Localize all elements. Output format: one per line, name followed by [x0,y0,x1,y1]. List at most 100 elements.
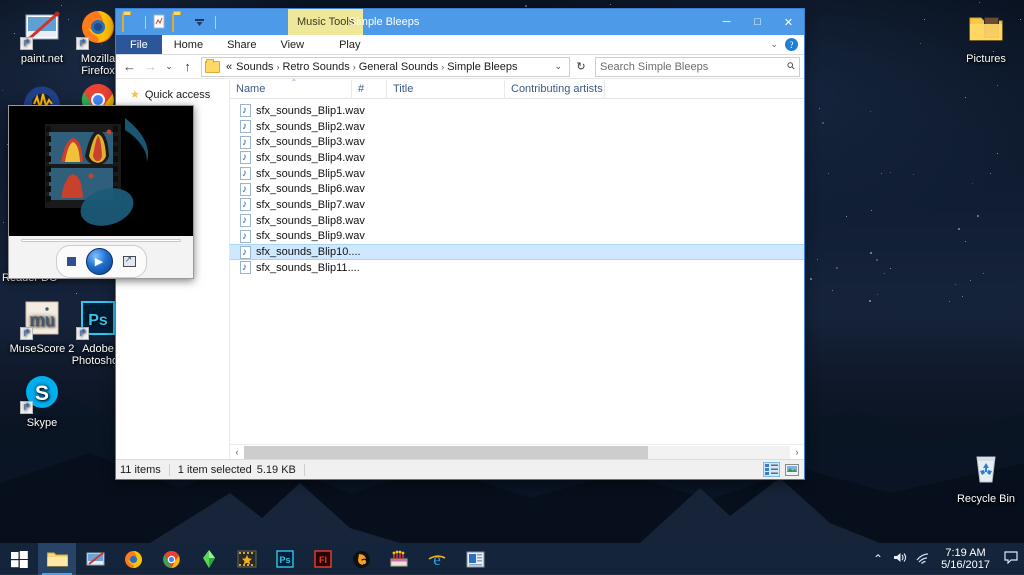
table-row[interactable]: sfx_sounds_Blip1.wav [230,103,804,119]
player-video-area[interactable] [9,106,193,237]
taskbar-photoshop[interactable]: Ps [266,543,304,575]
start-button[interactable] [0,543,38,575]
taskbar-flash[interactable]: Fl [304,543,342,575]
file-list[interactable]: sfx_sounds_Blip1.wav sfx_sounds_Blip2.wa… [230,99,804,444]
clock[interactable]: 7:19 AM 5/16/2017 [933,547,998,571]
desktop-icon-recycle-bin[interactable]: Recycle Bin [948,446,1024,505]
breadcrumb-retro-sounds[interactable]: Retro Sounds [280,61,351,73]
maximize-button[interactable]: □ [742,9,773,35]
details-view-button[interactable] [763,462,780,477]
recent-locations-button[interactable]: ⌄ [162,57,176,77]
stop-button[interactable] [66,257,76,266]
taskbar-news-app[interactable] [456,543,494,575]
table-row[interactable]: sfx_sounds_Blip3.wav [230,134,804,150]
tab-file[interactable]: File [116,35,162,54]
scrollbar-thumb[interactable] [244,445,649,459]
taskbar-movie-maker[interactable] [228,543,266,575]
new-folder-icon[interactable] [172,12,189,32]
table-row[interactable]: sfx_sounds_Blip2.wav [230,119,804,135]
column-header-title[interactable]: Title [387,79,505,99]
horizontal-scrollbar[interactable]: ‹ › [230,444,804,459]
volume-icon[interactable] [889,551,911,567]
column-headers[interactable]: ⌃ Name # Title Contributing artists [230,78,804,99]
musescore-icon: mu ↱ [20,296,64,340]
play-button[interactable]: ▶ [85,248,113,275]
help-icon[interactable]: ? [785,38,798,51]
clock-date: 5/16/2017 [941,559,990,571]
navigation-bar[interactable]: ← → ⌄ ↑ « Sounds › Retro Sounds › Genera… [116,55,804,79]
desktop-icon-skype[interactable]: S ↱ Skype [4,370,80,429]
file-name: sfx_sounds_Blip4.wav [256,151,365,164]
address-bar[interactable]: « Sounds › Retro Sounds › General Sounds… [201,56,570,77]
forward-button[interactable]: → [141,57,160,77]
ribbon-tab-bar[interactable]: File Home Share View Play ⌄ ? [116,35,804,55]
folder-icon[interactable] [122,12,139,32]
column-header-number[interactable]: # [352,79,387,99]
taskbar-cake-app[interactable] [380,543,418,575]
system-tray[interactable]: ⌃ 7:19 AM 5/16/2017 [867,543,1024,575]
taskbar-paint-net[interactable] [76,543,114,575]
scroll-right-arrow-icon[interactable]: › [790,447,804,457]
search-input[interactable]: Search Simple Bleeps ⚲ [595,56,800,77]
desktop[interactable]: ↱ paint.net ↱ Mozilla Firefox mu ↱ MuseS… [0,0,1024,575]
window-titlebar[interactable]: Music Tools Simple Bleeps ─ □ ✕ [116,9,804,35]
show-hidden-icons-button[interactable]: ⌃ [867,552,889,566]
chevron-down-icon[interactable]: ⌄ [770,39,778,50]
properties-icon[interactable] [152,14,169,31]
tab-home[interactable]: Home [162,35,215,54]
back-button[interactable]: ← [120,57,139,77]
table-row[interactable]: sfx_sounds_Blip6.wav [230,181,804,197]
table-row[interactable]: sfx_sounds_Blip9.wav [230,229,804,245]
media-player-window[interactable]: ▶ [8,105,194,279]
column-header-contributing-artists[interactable]: Contributing artists [505,79,605,99]
file-list-area[interactable]: ⌃ Name # Title Contributing artists ♪ sf… [230,78,804,459]
address-dropdown-icon[interactable]: ⌄ [549,61,567,72]
up-button[interactable]: ↑ [178,57,197,77]
taskbar-fl-studio[interactable] [342,543,380,575]
taskbar-sims[interactable] [190,543,228,575]
tab-share[interactable]: Share [215,35,268,54]
file-explorer-window[interactable]: Music Tools Simple Bleeps ─ □ ✕ File Hom… [115,8,805,480]
taskbar-chrome[interactable] [152,543,190,575]
desktop-icon-pictures[interactable]: Pictures [948,6,1024,65]
taskbar-firefox[interactable] [114,543,152,575]
table-row[interactable]: sfx_sounds_Blip7.wav [230,197,804,213]
column-label: Title [393,83,414,95]
wav-file-icon [240,182,251,196]
file-name: sfx_sounds_Blip5.wav [256,167,365,180]
large-icons-view-button[interactable] [783,462,800,477]
player-controls[interactable]: ▶ [9,245,193,278]
customize-dropdown-icon[interactable] [192,14,209,31]
breadcrumb-sounds[interactable]: Sounds [234,61,275,73]
table-row[interactable]: sfx_sounds_Blip5.wav [230,166,804,182]
network-wifi-icon[interactable] [911,551,933,567]
column-header-name[interactable]: ⌃ Name [230,78,352,99]
sidebar-item-quick-access[interactable]: ★ Quick access [116,86,229,103]
view-buttons[interactable] [763,462,800,477]
player-control-group[interactable]: ▶ [55,245,147,278]
minimize-button[interactable]: ─ [711,9,742,35]
search-icon[interactable]: ⚲ [785,60,798,73]
taskbar-file-explorer[interactable] [38,543,76,575]
close-button[interactable]: ✕ [773,9,804,35]
breadcrumb-simple-bleeps[interactable]: Simple Bleeps [445,61,519,73]
quick-access-toolbar[interactable] [116,9,219,35]
table-row[interactable]: sfx_sounds_Blip8.wav [230,213,804,229]
player-seek-bar[interactable] [9,236,193,245]
breadcrumb-general-sounds[interactable]: General Sounds [357,61,441,73]
taskbar-internet-explorer[interactable]: e [418,543,456,575]
tab-view[interactable]: View [268,35,316,54]
taskbar[interactable]: Ps Fl e ⌃ 7:19 AM 5/16/2017 [0,543,1024,575]
table-row[interactable]: sfx_sounds_Blip4.wav [230,150,804,166]
scroll-left-arrow-icon[interactable]: ‹ [230,447,244,457]
refresh-button[interactable]: ↻ [572,60,590,73]
scrollbar-track[interactable] [244,445,790,459]
action-center-icon[interactable] [998,551,1024,567]
tab-play[interactable]: Play [327,35,372,54]
table-row-selected[interactable]: sfx_sounds_Blip10.... [230,244,804,260]
switch-to-library-button[interactable] [122,254,136,267]
window-controls[interactable]: ─ □ ✕ [711,9,804,35]
table-row[interactable]: sfx_sounds_Blip11.... [230,260,804,276]
breadcrumb-overflow[interactable]: « [224,61,234,73]
seek-track[interactable] [21,239,181,243]
